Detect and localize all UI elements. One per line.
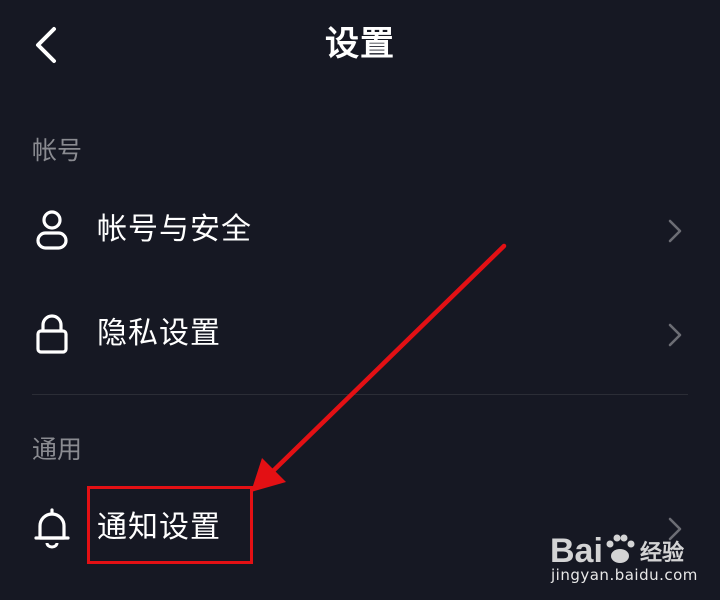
- section-divider: [32, 394, 688, 395]
- settings-item-label: 帐号与安全: [97, 212, 252, 247]
- section-label-account: 帐号: [32, 136, 83, 165]
- chevron-right-icon: [668, 323, 682, 347]
- header-bar: 设置: [0, 0, 720, 90]
- svg-text:Bai: Bai: [550, 532, 603, 570]
- section-label-general: 通用: [32, 435, 83, 464]
- settings-item-label: 隐私设置: [97, 316, 221, 351]
- lock-icon: [36, 314, 68, 354]
- bell-icon: [34, 508, 70, 549]
- watermark-url: jingyan.baidu.com: [551, 566, 698, 584]
- user-icon: [36, 210, 68, 250]
- settings-item-privacy[interactable]: 隐私设置: [0, 286, 720, 382]
- settings-item-account-security[interactable]: 帐号与安全: [0, 182, 720, 278]
- chevron-right-icon: [668, 219, 682, 243]
- page-title: 设置: [325, 24, 395, 64]
- annotation-highlight-box: [87, 486, 253, 564]
- svg-text:经验: 经验: [640, 540, 684, 566]
